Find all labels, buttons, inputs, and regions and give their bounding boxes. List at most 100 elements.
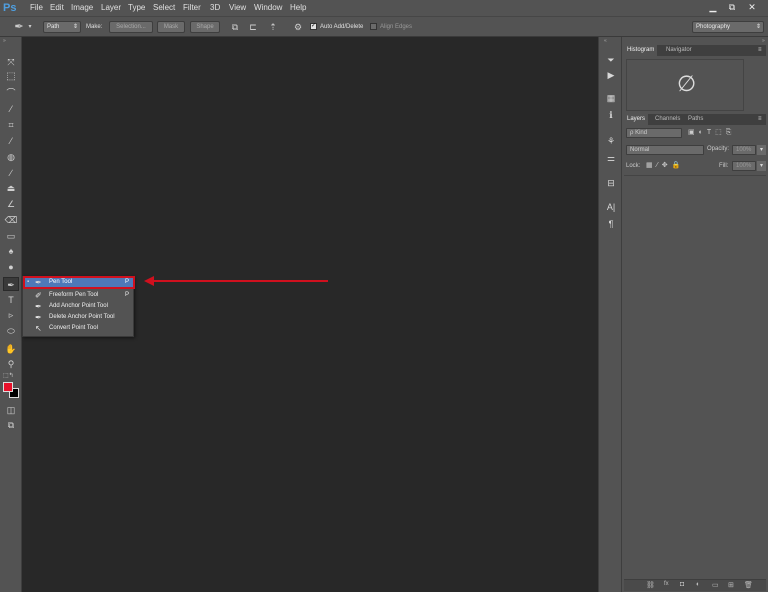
fx-icon[interactable]: fx (664, 581, 669, 587)
link-layers-icon[interactable]: ⛓ (646, 581, 655, 589)
shape-button[interactable]: Shape (190, 21, 220, 33)
healing-brush-tool-icon[interactable]: ◍ (3, 150, 19, 164)
swatches-panel-icon[interactable]: ▦ (603, 91, 619, 105)
selected-bullet-icon: ▪ (27, 279, 30, 285)
paragraph-panel-icon[interactable]: ¶ (603, 217, 619, 231)
delete-layer-icon[interactable]: 🗑 (744, 581, 753, 589)
selection-button[interactable]: Selection... (109, 21, 153, 33)
kind-filter-select[interactable]: ρ Kind (626, 128, 682, 138)
pen-tool-icon[interactable]: ✒ (3, 277, 19, 291)
flyout-label: Convert Point Tool (49, 325, 98, 331)
history-panel-icon[interactable]: ⏷ (603, 53, 619, 67)
new-layer-icon[interactable]: ⊞ (728, 581, 734, 589)
move-tool-icon[interactable]: ⤧ (3, 55, 19, 69)
actions-panel-icon[interactable]: ▶ (603, 68, 619, 82)
pen-tool-preset-icon[interactable]: ✒ (12, 20, 26, 34)
opacity-input[interactable]: 100% (732, 145, 756, 155)
brush-tool-icon[interactable]: ∕ (3, 166, 19, 180)
flyout-item-delete-anchor[interactable]: ✒ Delete Anchor Point Tool (23, 312, 133, 323)
quick-selection-tool-icon[interactable]: ⁄ (3, 102, 19, 116)
flyout-item-freeform-pen[interactable]: ✐ Freeform Pen Tool P (23, 290, 133, 301)
path-arrangement-icon[interactable]: ⇡ (266, 20, 280, 34)
default-colors-icon[interactable]: ⬚↰ (3, 372, 15, 380)
chevron-down-icon[interactable]: ▾ (757, 145, 766, 155)
lock-icons[interactable]: ▦⁄✥🔒 (646, 161, 684, 169)
styles-panel-icon[interactable]: ⊟ (603, 176, 619, 190)
foreground-color-swatch[interactable] (3, 382, 13, 392)
tab-channels[interactable]: Channels (652, 114, 683, 125)
adjustments-panel-icon[interactable]: ⚌ (603, 151, 619, 165)
panel-menu-icon[interactable]: ≡ (758, 114, 762, 125)
eyedropper-tool-icon[interactable]: ⁄ (3, 134, 19, 148)
tab-navigator[interactable]: Navigator (663, 45, 695, 56)
tab-layers[interactable]: Layers (624, 114, 649, 125)
history-brush-tool-icon[interactable]: ∠ (3, 197, 19, 211)
minimize-button[interactable]: ▁ (703, 1, 723, 13)
tab-histogram[interactable]: Histogram (624, 45, 658, 56)
fill-input[interactable]: 100% (732, 161, 756, 171)
tool-mode-select[interactable]: Path ⇕ (43, 21, 81, 33)
photoshop-logo: Ps (3, 2, 17, 14)
tools-panel: » ⤧ ⬚ ⌒ ⁄ ⌗ ⁄ ◍ ∕ ⏏ ∠ ⌫ ▭ ♠ ● ✒ T ▹ ⬭ ✋ … (0, 37, 22, 592)
quick-mask-icon[interactable]: ◫ (3, 403, 19, 417)
flyout-label: Add Anchor Point Tool (49, 303, 108, 309)
menu-image[interactable]: Image (71, 2, 93, 14)
mask-button[interactable]: Mask (157, 21, 185, 33)
lasso-tool-icon[interactable]: ⌒ (3, 86, 19, 100)
collapse-arrows-icon[interactable]: « (604, 38, 607, 44)
chevron-down-icon[interactable]: ▾ (757, 161, 766, 171)
tab-paths[interactable]: Paths (685, 114, 706, 125)
close-button[interactable]: ✕ (742, 1, 762, 13)
character-panel-icon[interactable]: A| (603, 200, 619, 214)
layer-filter-icons[interactable]: ▣◐T⬚⎘ (688, 127, 764, 139)
gear-icon[interactable]: ⚙ (291, 20, 305, 34)
dodge-tool-icon[interactable]: ● (3, 260, 19, 274)
adjustment-layer-icon[interactable]: ◐ (696, 581, 700, 588)
crop-tool-icon[interactable]: ⌗ (3, 118, 19, 132)
hand-tool-icon[interactable]: ✋ (3, 342, 19, 356)
clone-stamp-tool-icon[interactable]: ⏏ (3, 181, 19, 195)
menu-type[interactable]: Type (128, 2, 145, 14)
flyout-item-add-anchor[interactable]: ✒ Add Anchor Point Tool (23, 301, 133, 312)
flyout-item-pen-tool[interactable]: ▪ ✒ Pen Tool P (23, 276, 135, 289)
layers-list (624, 175, 766, 579)
auto-add-delete-checkbox[interactable]: ✓ (310, 23, 317, 30)
flyout-item-convert-point[interactable]: ↖ Convert Point Tool (23, 323, 133, 334)
freeform-pen-icon: ✐ (35, 291, 42, 300)
workspace-select[interactable]: Photography ⇕ (692, 21, 764, 33)
menu-3d[interactable]: 3D (210, 2, 220, 14)
path-alignment-icon[interactable]: ⊏ (246, 20, 260, 34)
screen-mode-icon[interactable]: ⧉ (3, 418, 19, 432)
menu-file[interactable]: File (30, 2, 43, 14)
restore-button[interactable]: ⧉ (722, 1, 742, 13)
panel-menu-icon[interactable]: ≡ (758, 45, 762, 56)
eraser-tool-icon[interactable]: ⌫ (3, 213, 19, 227)
add-anchor-icon: ✒ (35, 302, 42, 311)
add-mask-icon[interactable]: ◘ (680, 581, 684, 588)
menu-edit[interactable]: Edit (50, 2, 64, 14)
marquee-tool-icon[interactable]: ⬚ (3, 70, 19, 84)
blur-tool-icon[interactable]: ♠ (3, 244, 19, 258)
type-tool-icon[interactable]: T (3, 293, 19, 307)
collapse-arrows-icon[interactable]: » (3, 38, 6, 44)
path-selection-tool-icon[interactable]: ▹ (3, 308, 19, 322)
flyout-shortcut: P (125, 279, 130, 285)
ellipse-tool-icon[interactable]: ⬭ (3, 324, 19, 338)
new-group-icon[interactable]: ▭ (712, 581, 719, 589)
updown-icon: ⇕ (72, 24, 78, 30)
menu-help[interactable]: Help (290, 2, 306, 14)
menu-select[interactable]: Select (153, 2, 175, 14)
zoom-tool-icon[interactable]: ⚲ (3, 357, 19, 371)
menu-view[interactable]: View (229, 2, 246, 14)
menu-filter[interactable]: Filter (183, 2, 201, 14)
gradient-tool-icon[interactable]: ▭ (3, 229, 19, 243)
collapse-arrows-icon[interactable]: » (762, 38, 765, 44)
align-edges-checkbox[interactable] (370, 23, 377, 30)
info-panel-icon[interactable]: ℹ (603, 108, 619, 122)
path-operations-icon[interactable]: ⧉ (228, 20, 242, 34)
chevron-down-icon[interactable]: ▾ (26, 20, 34, 34)
blend-mode-select[interactable]: Normal (626, 145, 704, 155)
brush-panel-icon[interactable]: ⚘ (603, 134, 619, 148)
menu-layer[interactable]: Layer (101, 2, 121, 14)
menu-window[interactable]: Window (254, 2, 282, 14)
